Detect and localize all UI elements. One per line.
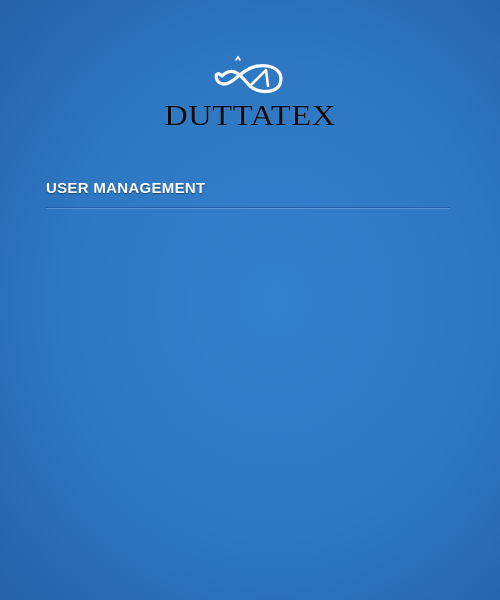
brand-logo: DUTTATEX: [0, 50, 500, 140]
user-management-content: [46, 212, 450, 572]
login-panel: DUTTATEX USER MANAGEMENT: [0, 0, 500, 600]
brand-name: DUTTATEX: [164, 100, 336, 132]
duttatex-logo-icon: [214, 55, 283, 94]
page-title: USER MANAGEMENT: [46, 180, 206, 197]
title-divider: [46, 207, 450, 208]
